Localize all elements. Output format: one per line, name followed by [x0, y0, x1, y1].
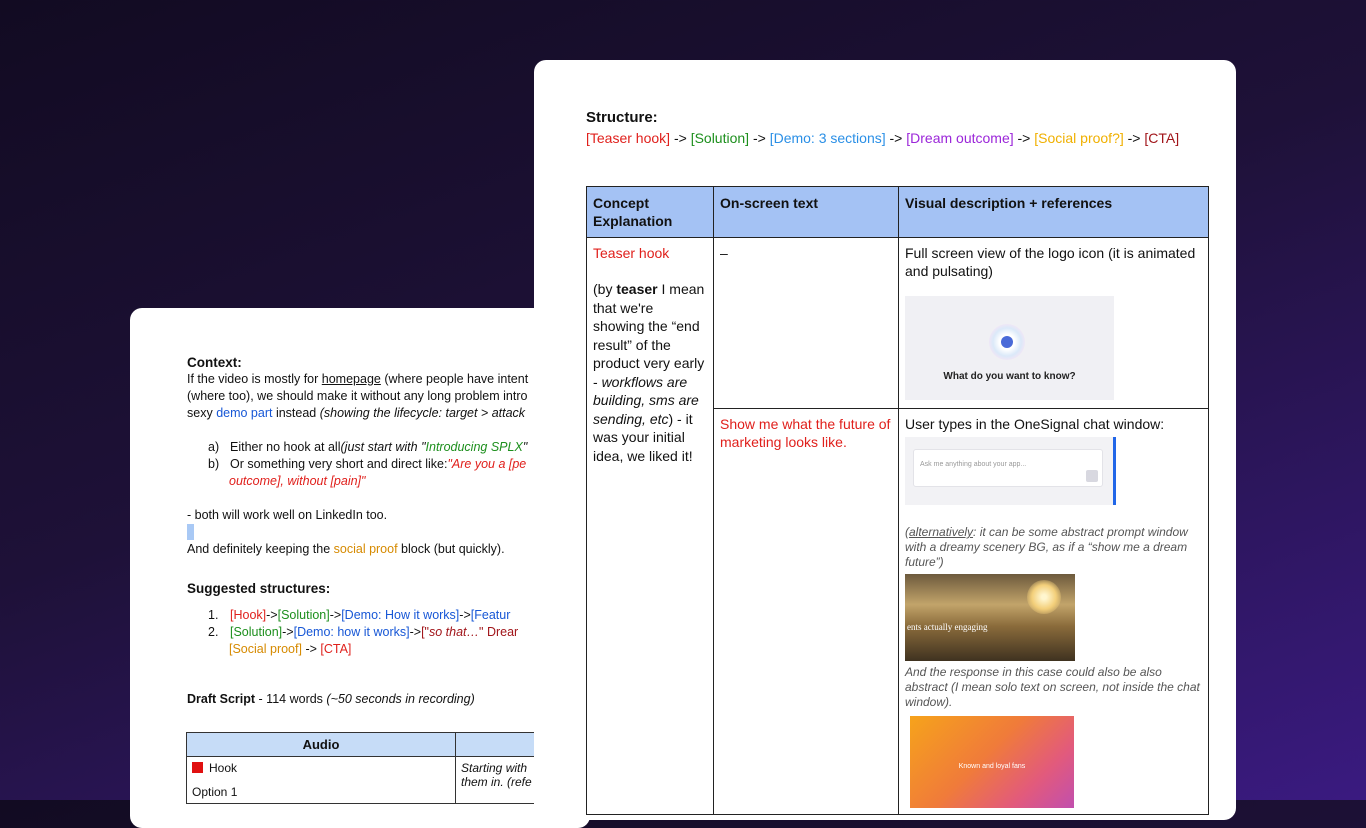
context-section: Context: If the video is mostly for home… — [187, 354, 590, 708]
send-icon — [1086, 470, 1098, 482]
header-onscreen: On-screen text — [713, 186, 899, 238]
context-line-2: (where too), we should make it without a… — [187, 389, 528, 403]
text-cursor — [187, 524, 194, 540]
suggested-title: Suggested structures: — [187, 581, 331, 596]
homepage-link[interactable]: homepage — [322, 372, 381, 386]
draft-script-line: Draft Script - 114 words (~50 seconds in… — [187, 692, 475, 706]
social-proof-note: And definitely keeping the social proof … — [187, 542, 505, 556]
red-square-icon — [192, 762, 203, 773]
chat-window-image: Ask me anything about your app... — [905, 437, 1116, 505]
option-a: a) Either no hook at all (just start with… — [208, 440, 528, 454]
structure-title: Structure: — [586, 109, 658, 126]
logo-animation-image: What do you want to know? — [905, 296, 1114, 400]
structure-2: 2. [Solution] -> [Demo: how it works] -> … — [208, 625, 519, 639]
front-document-card: Structure: [Teaser hook] -> [Solution] -… — [534, 60, 1236, 820]
context-line-3: sexy demo part instead (showing the life… — [187, 406, 526, 420]
context-line-1: If the video is mostly for homepage (whe… — [187, 372, 529, 386]
concept-body: (by teaser I mean that we're showing the… — [593, 281, 705, 464]
hook-cell: Hook Option 1 — [186, 756, 456, 804]
context-title: Context: — [187, 355, 242, 370]
concept-cell: Teaser hook (by teaser I mean that we're… — [586, 237, 714, 815]
back-document-card: Context: If the video is mostly for home… — [130, 308, 590, 828]
audio-header: Audio — [186, 732, 456, 757]
header-concept: Concept Explanation — [586, 186, 714, 238]
structure-line: [Teaser hook] -> [Solution] -> [Demo: 3 … — [586, 130, 1180, 146]
onscreen-cell-2: Show me what the future of marketing loo… — [713, 408, 899, 815]
abstract-gradient-image: Known and loyal fans — [910, 716, 1074, 808]
concept-table: Concept Explanation On-screen text Visua… — [586, 186, 1209, 815]
onscreen-cell-1: – — [713, 237, 899, 409]
structure-1: 1. [Hook] -> [Solution] -> [Demo: How it … — [208, 608, 511, 622]
visual-cell-1: Full screen view of the logo icon (it is… — [898, 237, 1209, 409]
visual-cell-2: User types in the OneSignal chat window:… — [898, 408, 1209, 815]
dreamy-scenery-image: ents actually engaging — [905, 574, 1075, 661]
draft-script-table: Audio Hook Option 1 Starting with them in.… — [186, 732, 590, 804]
response-note: And the response in this case could also… — [905, 665, 1200, 709]
option-b-line2: outcome], without [pain]" — [229, 474, 366, 488]
header-visual: Visual description + references — [898, 186, 1209, 238]
structure-2-line2: [Social proof] -> [CTA] — [229, 642, 352, 656]
logo-icon — [989, 324, 1025, 360]
option-b: b) Or something very short and direct lik… — [208, 457, 527, 471]
linkedin-note: - both will work well on LinkedIn too. — [187, 508, 388, 522]
alternative-note: (alternatively: it can be some abstract … — [905, 525, 1188, 569]
